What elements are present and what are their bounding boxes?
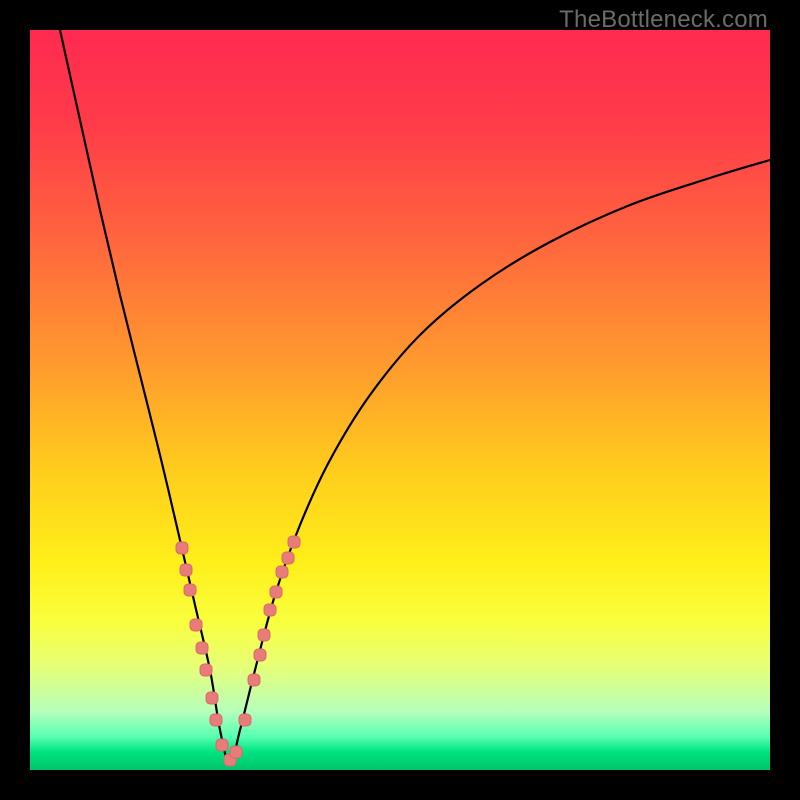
highlight-marker — [282, 552, 294, 564]
highlight-marker — [176, 542, 188, 554]
highlight-marker — [184, 584, 196, 596]
bottleneck-curve — [60, 30, 770, 765]
highlight-marker — [276, 566, 288, 578]
highlight-marker — [264, 604, 276, 616]
highlight-marker — [206, 692, 218, 704]
chart-svg — [30, 30, 770, 770]
highlight-marker — [180, 564, 192, 576]
highlight-marker — [200, 664, 212, 676]
highlight-marker — [216, 739, 228, 751]
highlight-marker — [239, 714, 251, 726]
highlight-marker — [254, 649, 266, 661]
highlight-marker — [190, 619, 202, 631]
highlight-marker — [288, 536, 300, 548]
highlight-marker — [270, 586, 282, 598]
highlight-marker — [196, 642, 208, 654]
highlight-marker — [230, 746, 242, 758]
highlight-marker — [258, 629, 270, 641]
plot-area — [30, 30, 770, 770]
highlight-marker — [210, 714, 222, 726]
highlight-marker — [248, 674, 260, 686]
outer-frame: TheBottleneck.com — [0, 0, 800, 800]
highlight-markers — [176, 536, 300, 766]
